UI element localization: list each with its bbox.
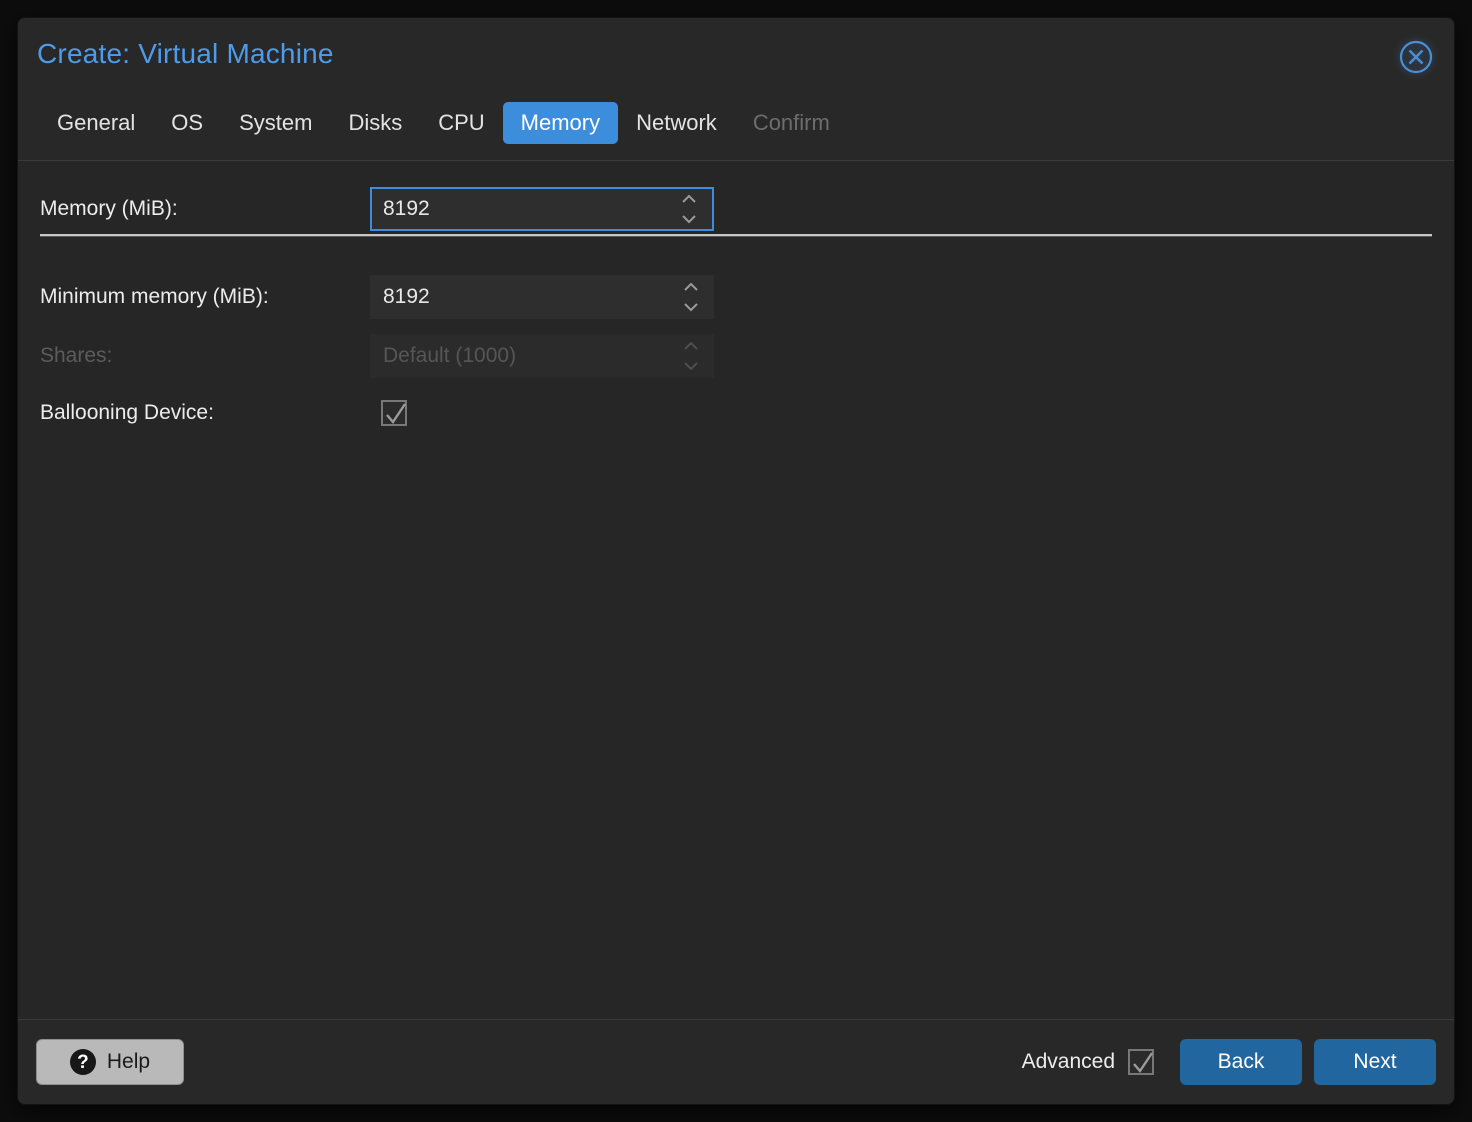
- tab-system[interactable]: System: [221, 102, 330, 144]
- memory-settings-panel: Memory (MiB): 8192 Minimum memory (MiB):…: [18, 160, 1454, 1020]
- minimum-memory-input[interactable]: 8192: [370, 275, 714, 319]
- tab-network[interactable]: Network: [618, 102, 735, 144]
- minimum-memory-row: Minimum memory (MiB): 8192: [18, 271, 1454, 323]
- memory-row: Memory (MiB): 8192: [18, 183, 1454, 235]
- memory-value: 8192: [383, 197, 430, 220]
- tab-os[interactable]: OS: [153, 102, 221, 144]
- dialog-header: Create: Virtual Machine General OS Syste…: [18, 18, 1454, 160]
- footer-actions: Advanced Back Next: [1022, 1039, 1436, 1085]
- close-icon[interactable]: [1396, 37, 1436, 77]
- advanced-checkbox[interactable]: [1128, 1049, 1154, 1075]
- shares-row: Shares: Default (1000): [18, 330, 1454, 382]
- help-button-label: Help: [106, 1050, 151, 1073]
- shares-spinner-arrows-icon: [682, 341, 700, 371]
- memory-spinner-arrows-icon[interactable]: [680, 194, 698, 224]
- minimum-memory-spinner-arrows-icon[interactable]: [682, 282, 700, 312]
- advanced-label: Advanced: [1021, 1050, 1115, 1073]
- back-button[interactable]: Back: [1180, 1039, 1302, 1085]
- memory-label: Memory (MiB):: [40, 197, 178, 220]
- question-circle-icon: ?: [69, 1049, 96, 1075]
- tab-confirm: Confirm: [752, 110, 830, 135]
- minimum-memory-label: Minimum memory (MiB):: [40, 285, 269, 308]
- page-title: Create: Virtual Machine: [37, 38, 334, 69]
- tab-general[interactable]: General: [39, 102, 153, 144]
- tab-memory[interactable]: Memory: [502, 102, 619, 145]
- create-vm-dialog: Create: Virtual Machine General OS Syste…: [18, 18, 1454, 1104]
- tab-bar: General OS System Disks CPU Memory Netwo…: [39, 102, 848, 145]
- shares-placeholder: Default (1000): [383, 344, 517, 367]
- shares-input: Default (1000): [370, 334, 714, 378]
- minimum-memory-value: 8192: [383, 285, 430, 308]
- ballooning-device-checkbox[interactable]: [381, 400, 407, 426]
- dialog-footer: ? Help Advanced Back Next: [18, 1020, 1454, 1104]
- ballooning-device-label: Ballooning Device:: [40, 401, 214, 424]
- tab-disks[interactable]: Disks: [330, 102, 420, 144]
- memory-input[interactable]: 8192: [370, 187, 714, 231]
- next-button[interactable]: Next: [1314, 1039, 1436, 1085]
- help-button[interactable]: ? Help: [36, 1039, 184, 1085]
- tab-cpu[interactable]: CPU: [420, 102, 502, 144]
- section-divider: [40, 234, 1432, 236]
- shares-label: Shares:: [40, 344, 113, 367]
- ballooning-device-row: Ballooning Device:: [18, 387, 1454, 439]
